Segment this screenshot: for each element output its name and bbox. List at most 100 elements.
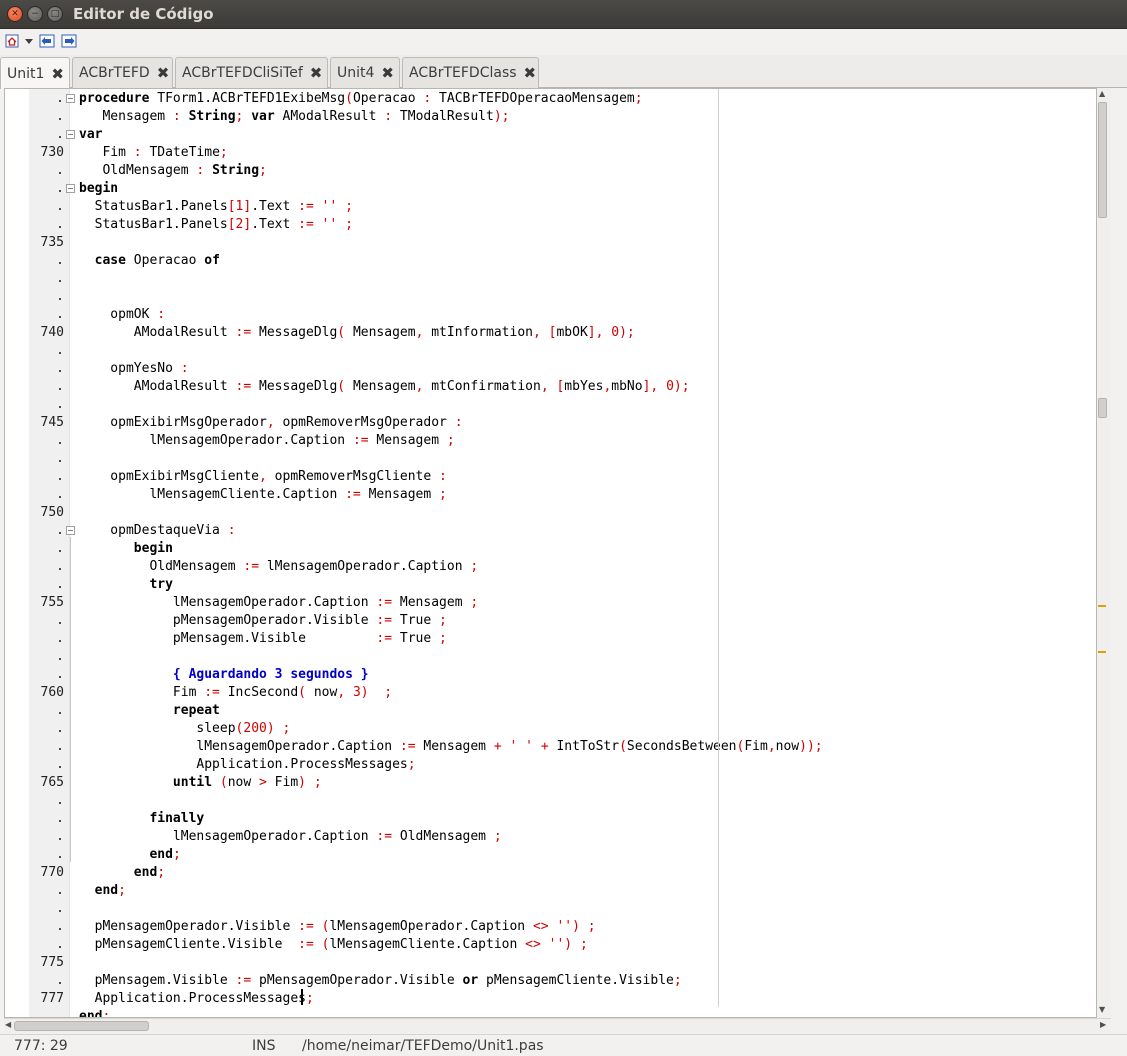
maximize-window-button[interactable]: □: [47, 6, 63, 22]
code-line[interactable]: lMensagemOperador.Caption := Mensagem ;: [79, 432, 455, 450]
code-line[interactable]: begin: [79, 180, 118, 198]
line-number: .: [56, 703, 64, 718]
tab-acbrtefd[interactable]: ACBrTEFD ✖: [72, 57, 173, 88]
code-token: lMensagemOperador.Caption: [79, 433, 353, 448]
code-line[interactable]: end;: [79, 882, 126, 900]
code-token: pMensagem.Visible: [79, 973, 236, 988]
scrollbar-thumb[interactable]: [1098, 102, 1107, 218]
code-token: ;: [446, 433, 455, 448]
vertical-scrollbar[interactable]: ▲ ▼: [1097, 88, 1111, 1018]
code-line[interactable]: sleep(200) ;: [79, 720, 290, 738]
code-line[interactable]: var: [79, 126, 102, 144]
code-line[interactable]: lMensagemOperador.Caption := Mensagem ;: [79, 594, 478, 612]
code-line[interactable]: opmExibirMsgCliente, opmRemoverMsgClient…: [79, 468, 447, 486]
tab-acbrtefdclass[interactable]: ACBrTEFDClass ✖: [402, 57, 539, 88]
code-token: );: [619, 325, 635, 340]
code-line[interactable]: Mensagem : String; var AModalResult : TM…: [79, 108, 509, 126]
code-line[interactable]: begin: [79, 540, 173, 558]
insert-mode-indicator: INS: [252, 1038, 276, 1054]
code-line[interactable]: opmOK :: [79, 306, 165, 324]
code-token: :: [180, 361, 189, 376]
minimize-window-button[interactable]: −: [27, 6, 43, 22]
code-token: AModalResult: [79, 379, 236, 394]
code-line[interactable]: StatusBar1.Panels[2].Text := '' ;: [79, 216, 353, 234]
code-token: Operacao: [352, 91, 424, 106]
code-line[interactable]: Application.ProcessMessages;: [79, 756, 415, 774]
horizontal-scrollbar[interactable]: ◀ ▶: [4, 1018, 1111, 1033]
code-line[interactable]: finally: [79, 810, 204, 828]
close-window-button[interactable]: ✕: [7, 6, 23, 22]
code-line[interactable]: opmYesNo :: [79, 360, 189, 378]
code-token: procedure: [79, 91, 150, 106]
code-line[interactable]: pMensagem.Visible := pMensagemOperador.V…: [79, 972, 682, 990]
code-line[interactable]: pMensagemCliente.Visible := (lMensagemCl…: [79, 936, 588, 954]
code-token: (: [337, 325, 346, 340]
code-line[interactable]: until (now > Fim) ;: [79, 774, 322, 792]
code-line[interactable]: OldMensagem := lMensagemOperador.Caption…: [79, 558, 478, 576]
status-bar: 777: 29 INS /home/neimar/TEFDemo/Unit1.p…: [0, 1034, 1127, 1056]
code-line[interactable]: OldMensagem : String;: [79, 162, 266, 180]
fold-toggle-icon[interactable]: [66, 526, 75, 535]
code-line[interactable]: Fim : TDateTime;: [79, 144, 227, 162]
code-line[interactable]: pMensagemOperador.Visible := (lMensagemO…: [79, 918, 596, 936]
line-number: .: [56, 163, 64, 178]
code-token: lMensagemOperador.Caption: [79, 739, 400, 754]
code-area[interactable]: procedure TForm1.ACBrTEFD1ExibeMsg(Opera…: [79, 89, 1096, 1017]
close-icon[interactable]: ✖: [524, 64, 537, 82]
code-line[interactable]: end;: [79, 1008, 110, 1017]
code-line[interactable]: pMensagem.Visible := True ;: [79, 630, 447, 648]
tab-acbrtefdclisitef[interactable]: ACBrTEFDCliSiTef ✖: [175, 57, 328, 88]
scroll-up-icon[interactable]: ▲: [1099, 89, 1105, 98]
code-line[interactable]: lMensagemOperador.Caption := Mensagem + …: [79, 738, 822, 756]
close-icon[interactable]: ✖: [51, 65, 64, 83]
close-icon[interactable]: ✖: [310, 64, 323, 82]
code-line[interactable]: StatusBar1.Panels[1].Text := '' ;: [79, 198, 353, 216]
fold-toggle-icon[interactable]: [66, 94, 75, 103]
code-line[interactable]: procedure TForm1.ACBrTEFD1ExibeMsg(Opera…: [79, 90, 643, 108]
code-line[interactable]: try: [79, 576, 172, 594]
code-line[interactable]: AModalResult := MessageDlg( Mensagem, mt…: [79, 378, 690, 396]
dropdown-arrow-icon[interactable]: [23, 33, 35, 49]
code-token: AModalResult: [79, 325, 236, 340]
code-token: (: [219, 775, 228, 790]
code-token: [: [227, 199, 236, 214]
home-icon[interactable]: [4, 33, 20, 49]
code-token: Operacao: [125, 253, 205, 268]
code-line[interactable]: repeat: [79, 702, 220, 720]
code-token: ): [360, 685, 369, 700]
code-token: ,: [266, 415, 275, 430]
code-line[interactable]: Fim := IncSecond( now, 3) ;: [79, 684, 392, 702]
tab-unit1[interactable]: Unit1 ✖: [0, 57, 70, 89]
code-editor[interactable]: ... 730.... 735.... 740.... 745.... 750.... 75…: [4, 88, 1097, 1018]
code-line[interactable]: opmDestaqueVia :: [79, 522, 235, 540]
close-icon[interactable]: ✖: [157, 64, 170, 82]
tab-label: ACBrTEFDCliSiTef: [182, 65, 303, 81]
code-token: );: [673, 379, 690, 394]
fold-toggle-icon[interactable]: [66, 184, 75, 193]
code-token: :: [454, 415, 463, 430]
scroll-down-icon[interactable]: ▼: [1099, 1005, 1105, 1014]
scroll-right-icon[interactable]: ▶: [1100, 1020, 1106, 1029]
code-token: :=: [376, 631, 393, 646]
line-number: .: [56, 109, 64, 124]
code-line[interactable]: lMensagemCliente.Caption := Mensagem ;: [79, 486, 446, 504]
code-line[interactable]: Application.ProcessMessages;: [79, 990, 314, 1008]
scroll-left-icon[interactable]: ◀: [5, 1020, 11, 1029]
back-icon[interactable]: [39, 33, 55, 49]
code-token: ,: [532, 325, 541, 340]
code-line[interactable]: AModalResult := MessageDlg( Mensagem, mt…: [79, 324, 635, 342]
code-line[interactable]: pMensagemOperador.Visible := True ;: [79, 612, 447, 630]
fold-toggle-icon[interactable]: [66, 130, 75, 139]
close-icon[interactable]: ✖: [381, 64, 394, 82]
code-line[interactable]: end;: [79, 864, 165, 882]
code-line[interactable]: end;: [79, 846, 180, 864]
forward-icon[interactable]: [61, 33, 77, 49]
scrollbar-thumb[interactable]: [14, 1021, 149, 1031]
code-line[interactable]: lMensagemOperador.Caption := OldMensagem…: [79, 828, 502, 846]
code-line[interactable]: opmExibirMsgOperador, opmRemoverMsgOpera…: [79, 414, 463, 432]
tab-unit4[interactable]: Unit4 ✖: [330, 57, 400, 88]
code-line[interactable]: case Operacao of: [79, 252, 220, 270]
code-line[interactable]: { Aguardando 3 segundos }: [79, 666, 369, 684]
